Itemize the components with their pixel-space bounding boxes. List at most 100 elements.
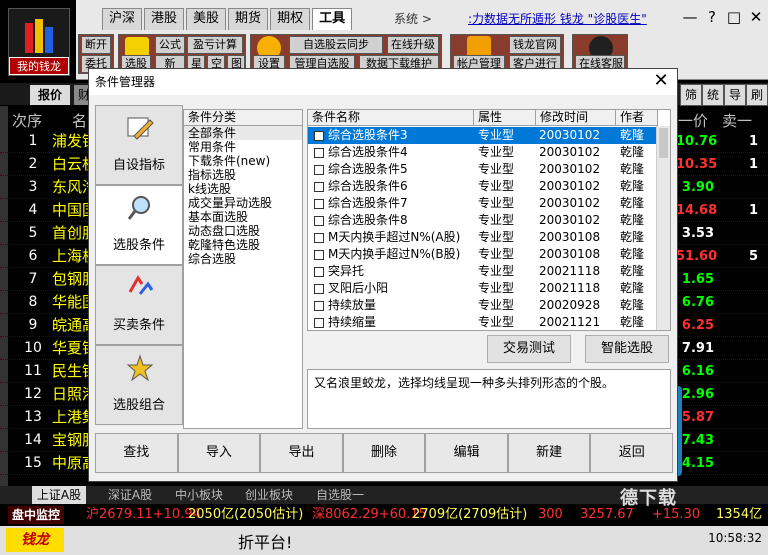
condition-checkbox[interactable] <box>314 165 324 175</box>
header-attribute[interactable]: 属性 <box>474 110 536 126</box>
condition-name: M天内换手超过N%(A股) <box>328 230 461 244</box>
nav-trade-conditions[interactable]: 买卖条件 <box>95 265 183 345</box>
profit-calc-button[interactable]: 盈亏计算 <box>187 36 243 54</box>
condition-checkbox[interactable] <box>314 199 324 209</box>
btab-gem[interactable]: 创业板块 <box>238 486 300 504</box>
app-logo[interactable]: 我的钱龙 <box>8 8 70 76</box>
disconnect-button[interactable]: 断开 <box>81 36 111 54</box>
list-item[interactable]: 叉阳后小阳 专业型 20021118 乾隆 <box>308 280 656 297</box>
new-button[interactable]: 新建 <box>507 433 591 473</box>
condition-checkbox[interactable] <box>314 131 324 141</box>
list-item[interactable]: M天内换手超过N%(B股) 专业型 20030108 乾隆 <box>308 246 656 263</box>
list-scrollbar[interactable] <box>656 126 670 330</box>
filter-button[interactable]: 筛 <box>680 84 702 106</box>
header-condition-name[interactable]: 条件名称 <box>308 110 474 126</box>
online-upgrade-button[interactable]: 在线升级 <box>387 36 439 54</box>
list-item[interactable]: 综合选股条件4 专业型 20030102 乾隆 <box>308 144 656 161</box>
tab-us[interactable]: 美股 <box>186 8 227 30</box>
condition-checkbox[interactable] <box>314 148 324 158</box>
category-item[interactable]: 基本面选股 <box>184 210 302 224</box>
stats-button[interactable]: 统 <box>702 84 724 106</box>
smart-select-button[interactable]: 智能选股 <box>585 335 669 363</box>
nav-label: 选股组合 <box>112 398 165 413</box>
cloud-sync-button[interactable]: 自选股云同步 <box>289 36 383 54</box>
maximize-icon[interactable]: □ <box>726 8 742 26</box>
col-name-header[interactable]: 名 <box>72 110 87 131</box>
find-button[interactable]: 查找 <box>95 433 178 473</box>
list-item[interactable]: 综合选股条件5 专业型 20030102 乾隆 <box>308 161 656 178</box>
export-button[interactable]: 导出 <box>260 433 343 473</box>
tab-futures[interactable]: 期货 <box>228 8 269 30</box>
list-item[interactable]: 综合选股条件3 专业型 20030102 乾隆 <box>308 127 656 144</box>
sz-volume: 2709亿(2709估计) <box>412 507 528 522</box>
condition-checkbox[interactable] <box>314 216 324 226</box>
category-item[interactable]: 全部条件 <box>184 126 302 140</box>
nav-stock-combination[interactable]: 选股组合 <box>95 345 183 425</box>
export-button[interactable]: 导 <box>724 84 746 106</box>
nav-custom-indicator[interactable]: 自设指标 <box>95 105 183 185</box>
monitor-button[interactable]: 盘中监控 <box>8 506 65 524</box>
category-item[interactable]: k线选股 <box>184 182 302 196</box>
news-marquee[interactable]: :力数据无所遁形 钱龙 "诊股医生" <box>468 10 654 27</box>
nav-stock-conditions[interactable]: 选股条件 <box>95 185 183 265</box>
category-item[interactable]: 成交量异动选股 <box>184 196 302 210</box>
col-sell-header[interactable]: 卖一 <box>722 110 752 131</box>
condition-time: 20030102 <box>539 162 601 176</box>
category-item[interactable]: 乾隆特色选股 <box>184 238 302 252</box>
header-modified-time[interactable]: 修改时间 <box>536 110 616 126</box>
condition-checkbox[interactable] <box>314 233 324 243</box>
list-item[interactable]: 综合选股条件6 专业型 20030102 乾隆 <box>308 178 656 195</box>
return-button[interactable]: 返回 <box>590 433 674 473</box>
list-item[interactable]: 突异托 专业型 20021118 乾隆 <box>308 263 656 280</box>
list-item[interactable]: 持续缩量 专业型 20021121 乾隆 <box>308 314 656 330</box>
btab-sh-a[interactable]: 上证A股 <box>32 486 86 504</box>
condition-time: 20030108 <box>539 247 601 261</box>
edit-button[interactable]: 编辑 <box>425 433 508 473</box>
header-author[interactable]: 作者 <box>616 110 658 126</box>
trade-test-button[interactable]: 交易测试 <box>487 335 571 363</box>
row-price: 10.76 <box>676 134 718 149</box>
help-icon[interactable]: ? <box>704 8 720 26</box>
list-item[interactable]: M天内换手超过N%(A股) 专业型 20030108 乾隆 <box>308 229 656 246</box>
list-item[interactable]: 综合选股条件7 专业型 20030102 乾隆 <box>308 195 656 212</box>
tab-hk[interactable]: 港股 <box>144 8 185 30</box>
official-site-button[interactable]: 钱龙官网 <box>509 36 561 54</box>
dialog-close-icon[interactable]: ✕ <box>651 71 671 91</box>
row-rank: 2 <box>28 156 38 172</box>
category-item[interactable]: 综合选股 <box>184 252 302 266</box>
category-item[interactable]: 指标选股 <box>184 168 302 182</box>
list-item[interactable]: 综合选股条件8 专业型 20030102 乾隆 <box>308 212 656 229</box>
condition-attr: 专业型 <box>478 213 515 227</box>
category-item[interactable]: 动态盘口选股 <box>184 224 302 238</box>
row-rank: 1 <box>28 133 38 149</box>
import-button[interactable]: 导入 <box>177 433 261 473</box>
condition-checkbox[interactable] <box>314 250 324 260</box>
list-item[interactable]: 持续放量 专业型 20020928 乾隆 <box>308 297 656 314</box>
scrollbar-thumb[interactable] <box>659 128 668 158</box>
tab-quote[interactable]: 报价 <box>30 85 70 105</box>
condition-checkbox[interactable] <box>314 284 324 294</box>
formula-button[interactable]: 公式 <box>155 36 185 54</box>
col-rank-header[interactable]: 次序 <box>12 110 42 131</box>
condition-checkbox[interactable] <box>314 267 324 277</box>
btab-sz-a[interactable]: 深证A股 <box>100 486 160 504</box>
category-item[interactable]: 常用条件 <box>184 140 302 154</box>
minimize-icon[interactable]: — <box>682 8 698 26</box>
btab-watchlist[interactable]: 自选股一 <box>308 486 372 504</box>
tab-tools[interactable]: 工具 <box>312 8 353 30</box>
condition-list: 条件名称 属性 修改时间 作者 综合选股条件3 专业型 20030102 乾隆 综合选股… <box>307 109 671 331</box>
col-price-header[interactable]: 一价 <box>678 110 708 131</box>
condition-name: 叉阳后小阳 <box>328 281 389 295</box>
tab-shanghai-shenzhen[interactable]: 沪深 <box>102 8 143 30</box>
condition-checkbox[interactable] <box>314 301 324 311</box>
close-icon[interactable]: ✕ <box>748 8 764 26</box>
condition-checkbox[interactable] <box>314 182 324 192</box>
row-price: 51.60 <box>676 249 718 264</box>
refresh-button[interactable]: 刷 <box>746 84 768 106</box>
tab-options[interactable]: 期权 <box>270 8 311 30</box>
category-item[interactable]: 下载条件(new) <box>184 154 302 168</box>
delete-button[interactable]: 删除 <box>342 433 426 473</box>
condition-checkbox[interactable] <box>314 318 324 328</box>
system-menu[interactable]: 系统 > <box>394 10 432 27</box>
btab-sme[interactable]: 中小板块 <box>168 486 230 504</box>
